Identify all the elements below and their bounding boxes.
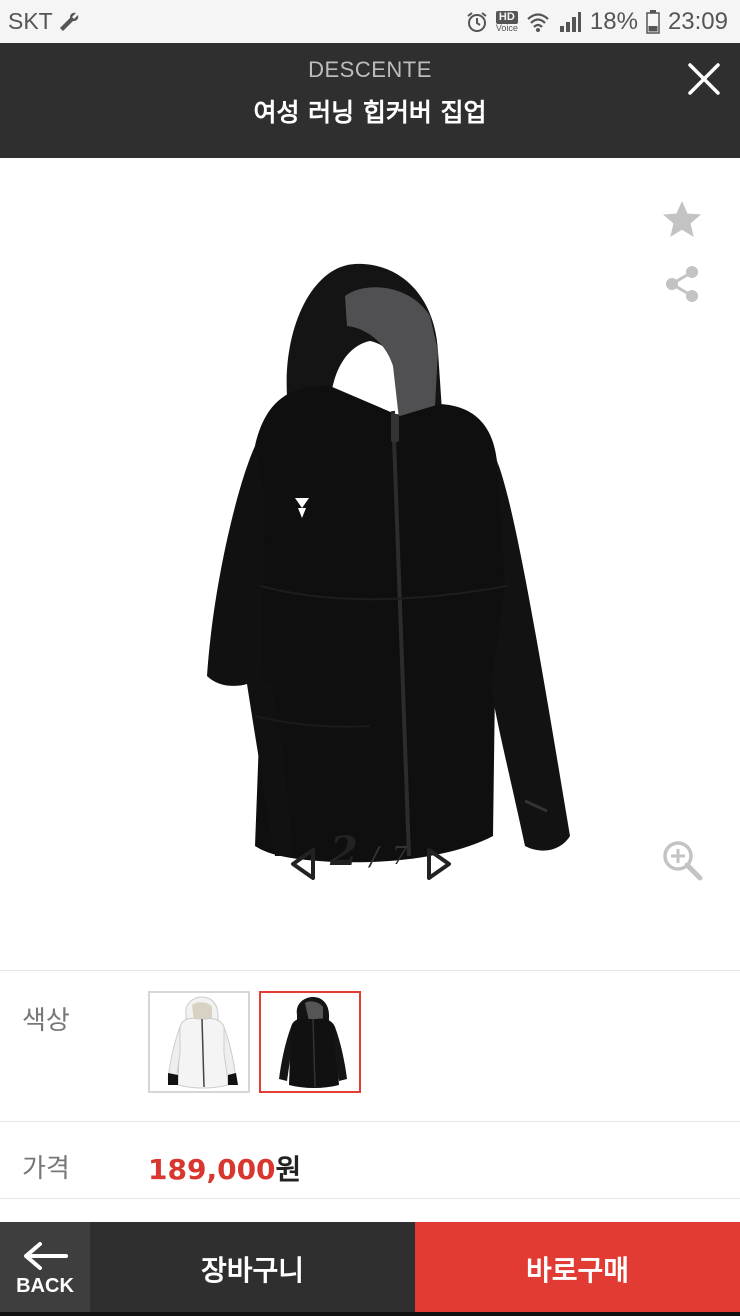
buy-now-button[interactable]: 바로구매 (415, 1222, 740, 1316)
bottom-action-bar: BACK 장바구니 바로구매 (0, 1222, 740, 1316)
product-gallery: 2 / 7 (0, 158, 740, 970)
battery-icon (646, 9, 660, 34)
price-value: 189,000원 (148, 1148, 301, 1188)
price-amount: 189,000 (148, 1153, 276, 1186)
divider (0, 1198, 740, 1199)
battery-percent: 18% (589, 7, 638, 35)
total-pages: 7 (392, 842, 408, 870)
color-swatch-black[interactable] (259, 991, 361, 1093)
color-label: 색상 (22, 1006, 70, 1036)
white-jacket-thumbnail (167, 996, 238, 1089)
price-unit: 원 (275, 1153, 302, 1186)
next-arrow-icon[interactable] (423, 846, 455, 882)
close-icon[interactable] (684, 59, 724, 99)
wrench-icon (59, 12, 78, 31)
hd-label: HD (495, 10, 518, 24)
wifi-icon (527, 12, 549, 32)
color-swatch-white[interactable] (148, 991, 250, 1093)
zoom-in-icon[interactable] (660, 838, 704, 882)
back-label: BACK (16, 1274, 74, 1297)
clock-time: 23:09 (667, 7, 728, 35)
add-to-cart-button[interactable]: 장바구니 (90, 1222, 415, 1316)
image-pager: 2 / 7 (0, 826, 740, 896)
hd-voice-badge: HD Voice (495, 10, 518, 33)
back-button[interactable]: BACK (0, 1222, 90, 1316)
nav-bar-edge (0, 1312, 740, 1316)
status-bar: SKT HD Voice 18% 23:09 (0, 0, 740, 43)
product-header: DESCENTE 여성 러닝 힙커버 집업 (0, 43, 740, 158)
carrier-label: SKT (8, 8, 53, 34)
divider (0, 970, 740, 971)
divider (0, 1121, 740, 1122)
page-separator: / (370, 842, 379, 872)
price-label: 가격 (22, 1154, 70, 1184)
brand-name: DESCENTE (308, 57, 432, 82)
voice-label: Voice (495, 22, 518, 33)
signal-icon (559, 11, 581, 32)
status-right: HD Voice 18% 23:09 (466, 8, 728, 36)
status-left: SKT (8, 8, 81, 35)
black-jacket-thumbnail (279, 997, 347, 1088)
share-icon[interactable] (662, 264, 702, 304)
star-icon[interactable] (660, 198, 704, 242)
current-page: 2 (330, 828, 358, 875)
alarm-icon (467, 11, 487, 32)
prev-arrow-icon[interactable] (287, 846, 319, 882)
product-title: 여성 러닝 힙커버 집업 (253, 98, 487, 127)
back-arrow-icon (24, 1241, 68, 1270)
product-image (207, 263, 570, 863)
